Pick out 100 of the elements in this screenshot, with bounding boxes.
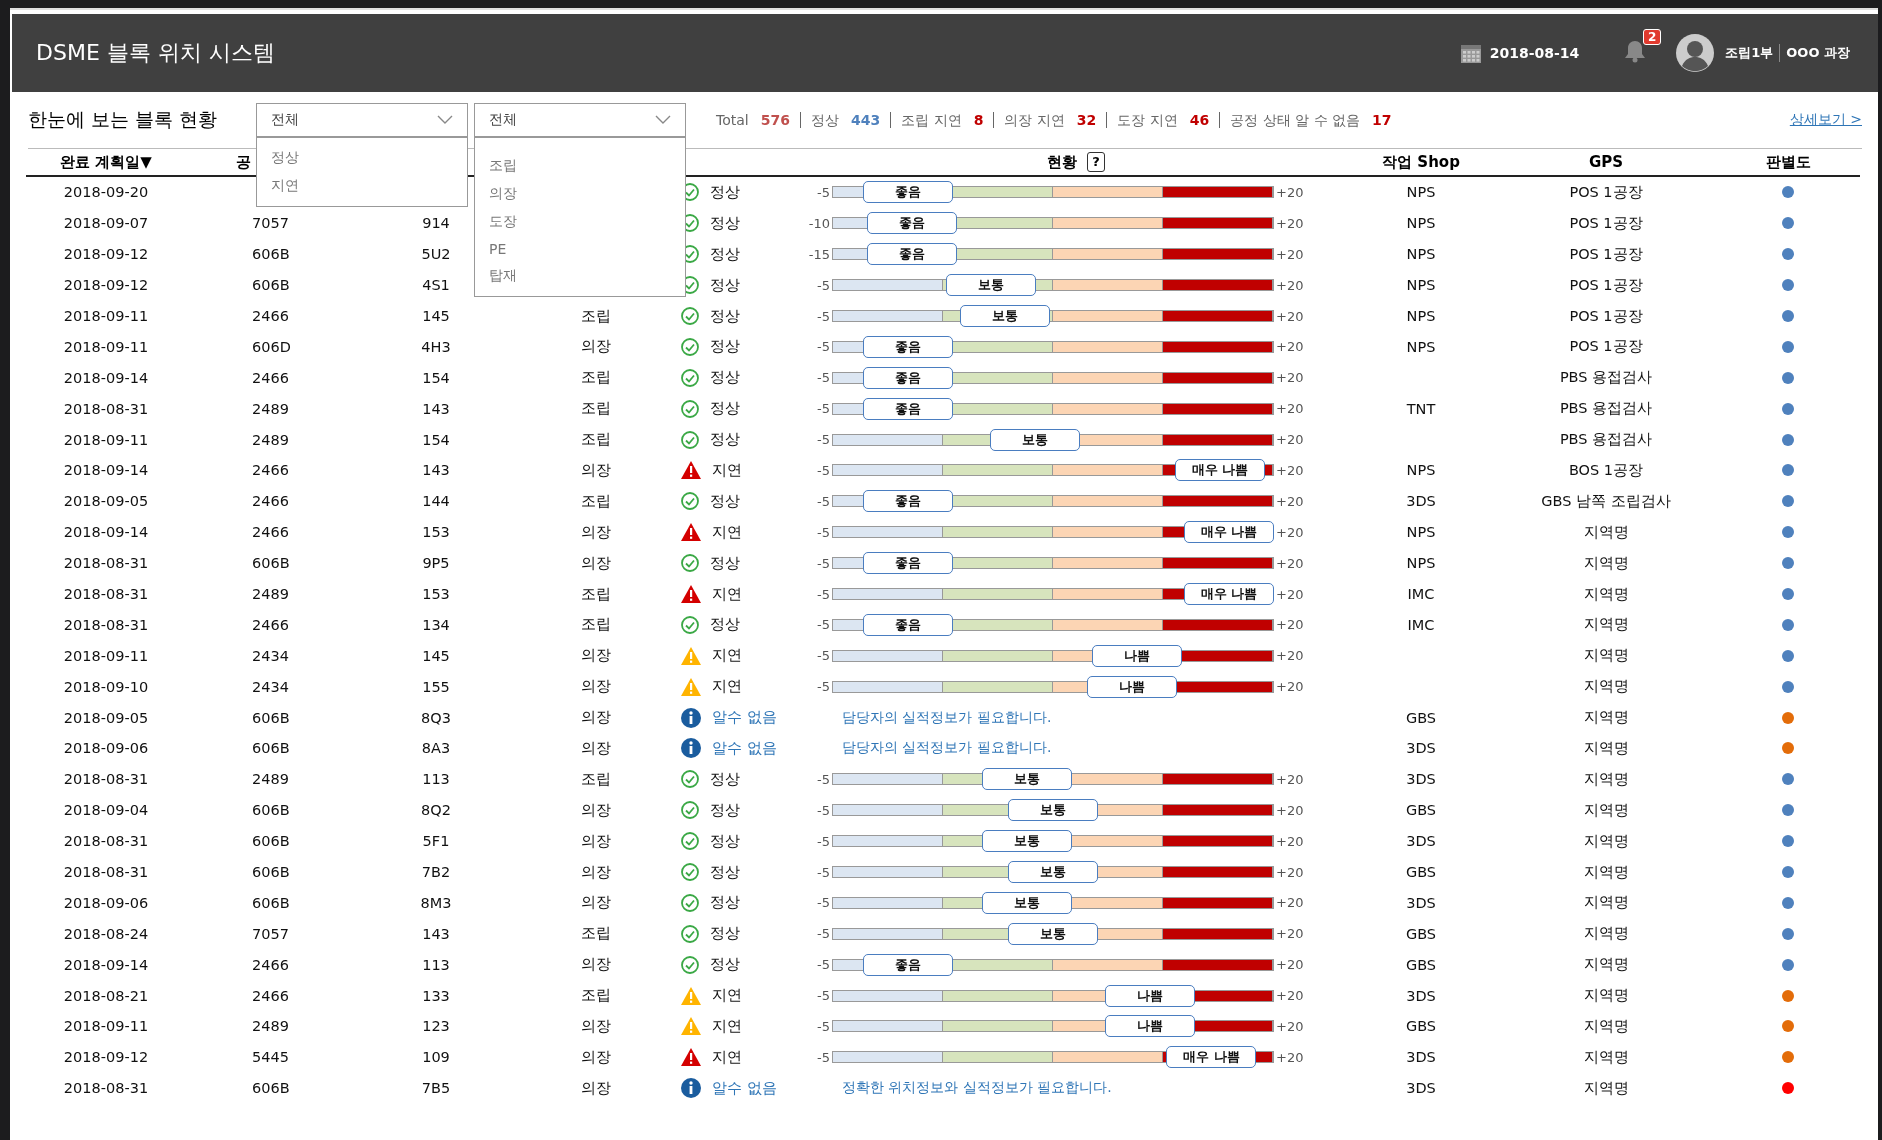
table-cell: 2018-09-11 <box>63 308 149 324</box>
grade-marker: 나쁨 <box>1087 675 1178 698</box>
scale-max-label: +20 <box>1276 493 1304 509</box>
column-header[interactable]: 완료 계획일▼ <box>60 152 152 172</box>
table-cell-text: 2466 <box>251 462 289 479</box>
detail-link[interactable]: 상세보기 > <box>1789 111 1862 129</box>
help-button[interactable]: ? <box>1087 152 1105 172</box>
grade-marker: 보통 <box>1008 922 1098 945</box>
table-cell: 4S1 <box>422 277 450 294</box>
table-cell: 지역명 <box>1583 924 1629 944</box>
table-cell-text: 2466 <box>251 987 289 1004</box>
table-cell: GBS <box>1405 864 1437 881</box>
dropdown-option[interactable]: 지연 <box>257 172 467 200</box>
table-cell: 3DS <box>1406 987 1436 1004</box>
scale-max-label: +20 <box>1276 432 1304 448</box>
scale-min-label: -5 <box>816 462 830 478</box>
table-cell: POS 1공장 <box>1569 244 1643 264</box>
table-cell: 2018-08-31 <box>63 586 149 602</box>
scale-min-label: -5 <box>816 833 830 849</box>
check-circle-icon <box>680 367 700 388</box>
status-label: 지연 <box>712 1047 742 1067</box>
table-cell: IMC <box>1407 616 1435 633</box>
table-cell: BOS 1공장 <box>1568 460 1644 480</box>
avatar-icon[interactable] <box>1675 33 1716 73</box>
table-cell-text: 2489 <box>251 400 289 417</box>
table-cell-text: 2489 <box>251 1018 289 1035</box>
table-cell: 153 <box>422 524 450 541</box>
dropdown-option[interactable]: 의장 <box>475 180 685 208</box>
table-cell: 145 <box>422 647 450 664</box>
scale-min-label: -5 <box>816 895 830 911</box>
table-cell: 3DS <box>1406 1080 1436 1097</box>
dropdown-option[interactable]: 정상 <box>257 144 467 172</box>
check-circle-icon <box>680 336 700 357</box>
section-title: 한눈에 보는 블록 현황 <box>28 107 219 132</box>
status-label: 정상 <box>710 244 740 264</box>
table-cell-text: 606B <box>251 894 290 911</box>
table-cell: 3DS <box>1406 493 1436 510</box>
scale-max-label: +20 <box>1276 370 1304 386</box>
table-cell: PBS 용접검사 <box>1559 399 1653 419</box>
table-cell: GBS <box>1405 802 1437 819</box>
dropdown-option[interactable]: PE <box>475 236 685 262</box>
table-cell: 134 <box>422 616 450 633</box>
table-cell: 의장 <box>581 800 611 820</box>
table-cell-text: 2466 <box>251 956 289 973</box>
grade-marker: 나쁨 <box>1104 1015 1195 1038</box>
status-label: 정상 <box>710 306 740 326</box>
table-cell: 2018-09-05 <box>63 709 149 726</box>
status-label: 정상 <box>710 769 740 789</box>
scale-max-label: +20 <box>1276 277 1304 293</box>
table-cell: 2018-09-12 <box>63 246 149 263</box>
dropdown-option[interactable]: 도장 <box>475 208 685 236</box>
grade-marker: 보통 <box>959 305 1050 327</box>
table-cell: 조립 <box>581 430 611 450</box>
table-cell: 2018-08-24 <box>63 925 149 942</box>
status-label: 정상 <box>710 213 740 233</box>
table-cell: 155 <box>422 678 450 695</box>
grade-marker: 매우 나쁨 <box>1184 521 1274 544</box>
bell-icon[interactable] <box>1623 39 1648 63</box>
table-cell: 의장 <box>581 460 611 480</box>
table-cell: NPS <box>1406 308 1436 324</box>
calendar-icon[interactable] <box>1459 42 1482 64</box>
table-cell: 조립 <box>581 368 611 388</box>
table-cell: GBS <box>1405 709 1437 726</box>
dropdown-option[interactable]: 조립 <box>475 152 685 180</box>
status-label: 정상 <box>710 862 740 882</box>
table-cell: 3DS <box>1406 771 1436 788</box>
check-circle-icon <box>680 429 700 450</box>
table-cell: 109 <box>422 1049 450 1066</box>
caret-icon <box>655 115 671 125</box>
scale-max-label: +20 <box>1276 401 1304 417</box>
table-cell: 지역명 <box>1583 677 1629 697</box>
check-circle-icon <box>680 862 700 883</box>
table-cell-text: 606B <box>251 802 290 819</box>
grade-marker: 좋음 <box>862 397 953 420</box>
table-cell: 3DS <box>1406 1049 1436 1066</box>
grade-marker: 좋음 <box>862 953 953 976</box>
table-cell: NPS <box>1406 277 1436 294</box>
table-cell: NPS <box>1406 462 1436 479</box>
scale-min-label: -5 <box>816 679 830 695</box>
status-label: 정상 <box>710 955 740 975</box>
grade-marker: 좋음 <box>867 212 958 235</box>
dropdown-option[interactable]: 탑재 <box>475 262 685 290</box>
table-cell: 2018-08-31 <box>63 616 149 633</box>
status-label: 정상 <box>710 275 740 295</box>
column-header: 현황 <box>1047 152 1078 172</box>
status-label: 지연 <box>712 677 742 697</box>
stat-label: 도장 지연 <box>1117 112 1178 128</box>
scale-max-label: +20 <box>1276 524 1304 540</box>
table-cell: 지역명 <box>1583 708 1629 728</box>
status-label: 정상 <box>710 800 740 820</box>
table-cell: 2018-09-14 <box>63 524 149 541</box>
table-cell: 143 <box>422 400 450 417</box>
table-cell: 지역명 <box>1583 862 1629 882</box>
grade-marker: 좋음 <box>862 335 953 358</box>
table-cell: 2018-08-31 <box>63 771 149 788</box>
scale-min-label: -5 <box>816 493 830 509</box>
warning-icon <box>680 676 702 697</box>
warning-icon <box>680 1016 702 1037</box>
table-cell: 2018-09-07 <box>63 215 149 232</box>
table-cell: 의장 <box>581 553 611 573</box>
